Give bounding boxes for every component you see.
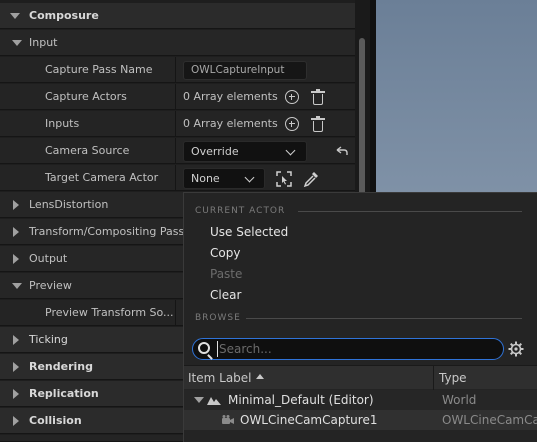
property-camera-source: Camera Source Override xyxy=(0,138,355,164)
chevron-right-icon xyxy=(13,416,19,426)
dropdown-value: None xyxy=(191,172,220,185)
table-row[interactable]: Minimal_Default (Editor) World xyxy=(184,390,537,410)
add-element-icon[interactable] xyxy=(285,90,299,104)
array-count: 0 Array elements xyxy=(183,90,278,103)
select-actor-icon[interactable] xyxy=(275,170,293,188)
column-splitter[interactable] xyxy=(175,165,176,191)
search-input[interactable] xyxy=(219,341,489,357)
column-separator[interactable] xyxy=(433,366,434,390)
row-label: Minimal_Default (Editor) xyxy=(228,393,374,407)
column-splitter[interactable] xyxy=(175,138,176,164)
outliner-table-header: Item Label Type xyxy=(184,365,537,390)
property-label: Preview Transform So... xyxy=(45,306,174,319)
property-capture-actors: Capture Actors 0 Array elements xyxy=(0,84,355,110)
row-type: World xyxy=(442,393,477,407)
section-divider xyxy=(246,318,522,319)
property-label: Inputs xyxy=(45,117,80,130)
eyedropper-icon[interactable] xyxy=(302,170,320,188)
column-header-item-label[interactable]: Item Label xyxy=(188,366,252,390)
category-label: Replication xyxy=(29,387,99,400)
chevron-right-icon xyxy=(13,227,19,237)
column-splitter[interactable] xyxy=(175,57,176,83)
section-divider xyxy=(298,211,522,212)
world-icon xyxy=(207,397,221,405)
column-splitter[interactable] xyxy=(175,300,176,326)
property-label: Camera Source xyxy=(45,144,130,157)
scrollbar-thumb[interactable] xyxy=(359,38,365,208)
trash-icon[interactable] xyxy=(311,116,325,132)
row-label: OWLCineCamCapture1 xyxy=(240,413,378,427)
dropdown-value: Override xyxy=(191,145,239,158)
target-camera-actor-dropdown[interactable]: None xyxy=(183,168,265,189)
column-splitter[interactable] xyxy=(175,111,176,137)
property-label: Capture Pass Name xyxy=(45,63,153,76)
category-input[interactable]: Input xyxy=(0,30,355,56)
table-row[interactable]: OWLCineCamCapture1 OWLCineCamCa xyxy=(184,410,537,430)
category-composure[interactable]: Composure xyxy=(0,3,355,29)
sort-ascending-icon xyxy=(256,374,264,379)
chevron-down-icon xyxy=(10,13,20,19)
camera-source-dropdown[interactable]: Override xyxy=(183,141,307,162)
section-header-browse: BROWSE xyxy=(195,313,241,323)
property-inputs: Inputs 0 Array elements xyxy=(0,111,355,137)
category-label: Input xyxy=(29,36,58,49)
chevron-down-icon[interactable] xyxy=(194,397,204,403)
property-target-camera-actor: Target Camera Actor None xyxy=(0,165,355,191)
chevron-down-icon xyxy=(12,283,22,289)
actor-picker-menu: CURRENT ACTOR Use Selected Copy Paste Cl… xyxy=(183,192,537,442)
add-element-icon[interactable] xyxy=(285,117,299,131)
category-label: Transform/Compositing Passe xyxy=(29,225,191,238)
menu-item-use-selected[interactable]: Use Selected xyxy=(210,225,288,239)
menu-item-paste[interactable]: Paste xyxy=(210,267,242,281)
property-capture-pass-name: Capture Pass Name OWLCaptureInput xyxy=(0,57,355,83)
chevron-right-icon xyxy=(13,254,19,264)
search-icon xyxy=(198,342,210,354)
category-label: LensDistortion xyxy=(29,198,109,211)
category-label: Preview xyxy=(29,279,72,292)
chevron-down-icon xyxy=(12,40,22,46)
chevron-right-icon xyxy=(13,389,19,399)
section-header-current-actor: CURRENT ACTOR xyxy=(195,206,286,216)
property-label: Target Camera Actor xyxy=(45,171,159,184)
capture-pass-name-input[interactable]: OWLCaptureInput xyxy=(183,61,307,80)
reset-to-default-icon[interactable] xyxy=(336,146,348,156)
property-label: Capture Actors xyxy=(45,90,127,103)
text-caret xyxy=(217,341,218,357)
gear-icon[interactable] xyxy=(508,341,524,357)
actor-search-box[interactable] xyxy=(192,338,504,360)
chevron-down-icon xyxy=(285,145,296,156)
column-splitter[interactable] xyxy=(175,84,176,110)
chevron-down-icon xyxy=(244,172,255,183)
chevron-right-icon xyxy=(13,200,19,210)
trash-icon[interactable] xyxy=(311,89,325,105)
category-label: Composure xyxy=(29,9,99,22)
menu-item-copy[interactable]: Copy xyxy=(210,246,240,260)
row-type: OWLCineCamCa xyxy=(442,413,537,427)
category-label: Output xyxy=(29,252,68,265)
column-header-type[interactable]: Type xyxy=(439,366,467,390)
cine-camera-icon xyxy=(222,415,234,424)
category-label: Rendering xyxy=(29,360,93,373)
category-label: Ticking xyxy=(29,333,68,346)
array-count: 0 Array elements xyxy=(183,117,278,130)
chevron-right-icon xyxy=(13,335,19,345)
chevron-right-icon xyxy=(13,362,19,372)
menu-item-clear[interactable]: Clear xyxy=(210,288,241,302)
category-label: Collision xyxy=(29,414,82,427)
